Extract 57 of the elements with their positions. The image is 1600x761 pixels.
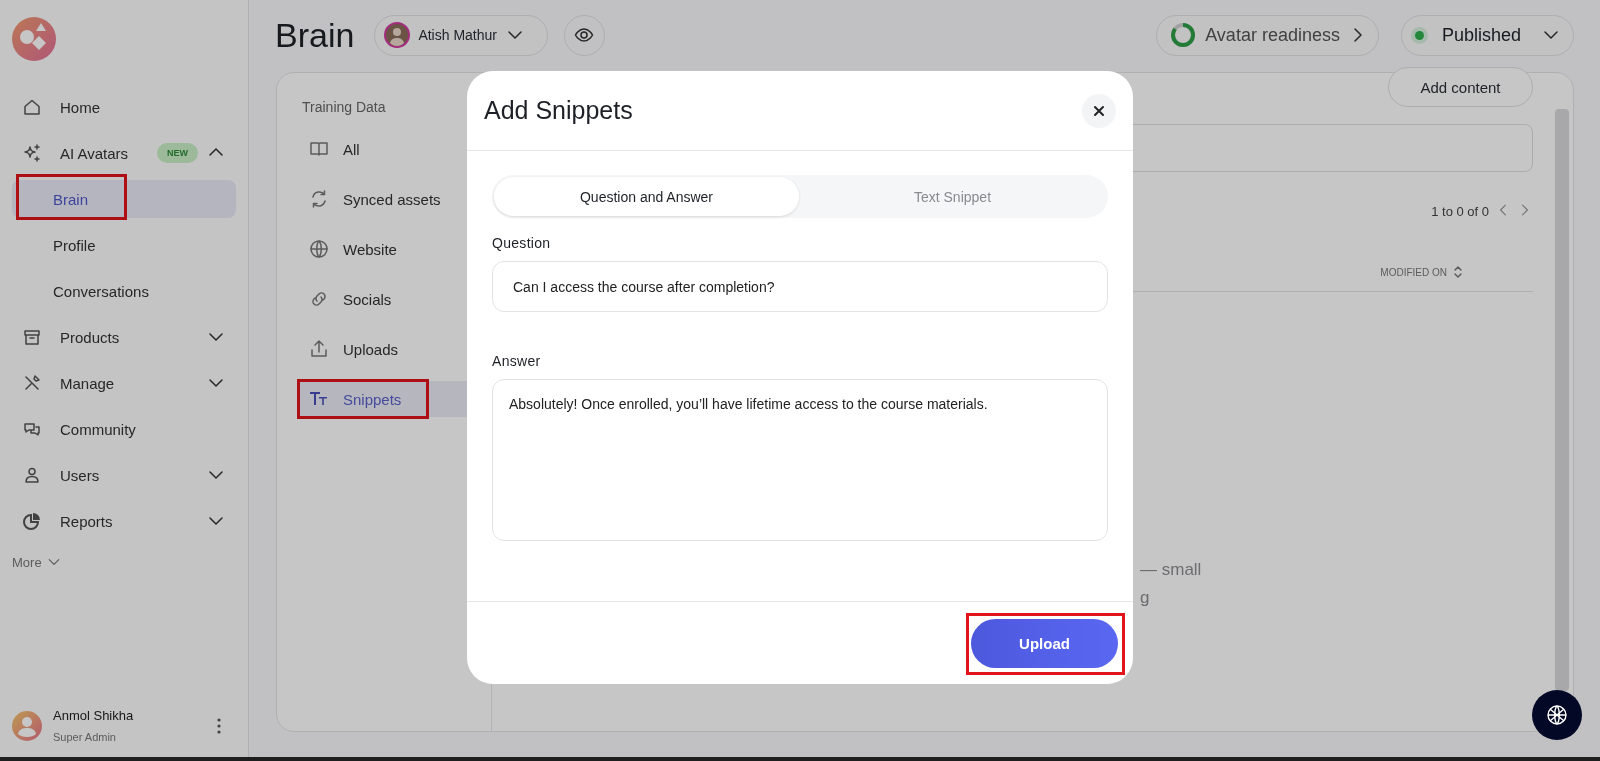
column-header[interactable]: MODIFIED ON: [1380, 265, 1463, 279]
archive-box-icon: [22, 327, 42, 347]
link-icon: [309, 289, 329, 309]
nav-item[interactable]: Products: [12, 314, 236, 360]
nav-item[interactable]: Reports: [12, 498, 236, 544]
page-title: Brain: [275, 15, 355, 55]
pie-chart-icon: [22, 511, 42, 531]
field-label: Question: [492, 235, 552, 251]
section-heading: Training Data: [302, 99, 387, 115]
more-toggle[interactable]: More: [12, 552, 236, 572]
globe-icon: [1546, 704, 1568, 726]
training-source-item[interactable]: Uploads: [297, 331, 491, 367]
sync-icon: [309, 189, 329, 209]
question-field[interactable]: Can I access the course after completion?: [492, 261, 1108, 312]
upload-button[interactable]: Upload: [971, 618, 1118, 668]
eye-icon: [574, 25, 595, 45]
upload-icon: [309, 339, 329, 359]
user-role: Super Admin: [53, 731, 117, 743]
nav-item[interactable]: AI Avatars NEW: [12, 130, 236, 176]
nav-subitem[interactable]: Profile: [12, 226, 236, 264]
avatar-icon: [384, 22, 411, 48]
tab[interactable]: Question and Answer: [494, 177, 799, 216]
avatar-icon: [12, 710, 42, 741]
kebab-icon: [217, 717, 221, 734]
status-dropdown[interactable]: Published: [1400, 14, 1574, 56]
nav-subitem[interactable]: Brain: [12, 180, 236, 218]
dialog-title: Add Snippets: [484, 96, 634, 125]
new-badge: NEW: [157, 143, 198, 163]
add-content-button[interactable]: Add content: [1388, 67, 1533, 107]
sort-icon: [1453, 265, 1463, 279]
person-selector[interactable]: Atish Mathur: [374, 14, 548, 56]
readiness-button[interactable]: Avatar readiness: [1156, 14, 1379, 56]
training-source-item[interactable]: Socials: [297, 281, 491, 317]
nav-item[interactable]: Home: [12, 84, 236, 130]
nav-subitem[interactable]: Conversations: [12, 272, 236, 310]
home-icon: [22, 97, 42, 117]
user-name: Anmol Shikha: [53, 708, 135, 723]
logo-icon: [12, 17, 56, 61]
close-button[interactable]: [1082, 93, 1116, 128]
nav-item[interactable]: Community: [12, 406, 236, 452]
answer-field[interactable]: Absolutely! Once enrolled, you’ll have lifetime access to the course materials.: [492, 379, 1108, 541]
sparkle-icon: [22, 143, 42, 163]
training-source-item[interactable]: Website: [297, 231, 491, 267]
user-icon: [22, 465, 42, 485]
pagination-text: 1 to 0 of 0: [1431, 204, 1489, 219]
tools-icon: [22, 373, 42, 393]
training-source-item[interactable]: All: [297, 131, 491, 167]
book-icon: [309, 139, 329, 159]
empty-state-text: — small: [1140, 559, 1203, 581]
scrollbar[interactable]: [1555, 109, 1569, 691]
nav-item[interactable]: Manage: [12, 360, 236, 406]
training-source-item[interactable]: Synced assets: [297, 181, 491, 217]
close-icon: [1092, 103, 1106, 118]
field-label: Answer: [492, 353, 542, 369]
empty-state-text: g: [1140, 587, 1151, 609]
nav-item[interactable]: Users: [12, 452, 236, 498]
globe-icon: [309, 239, 329, 259]
